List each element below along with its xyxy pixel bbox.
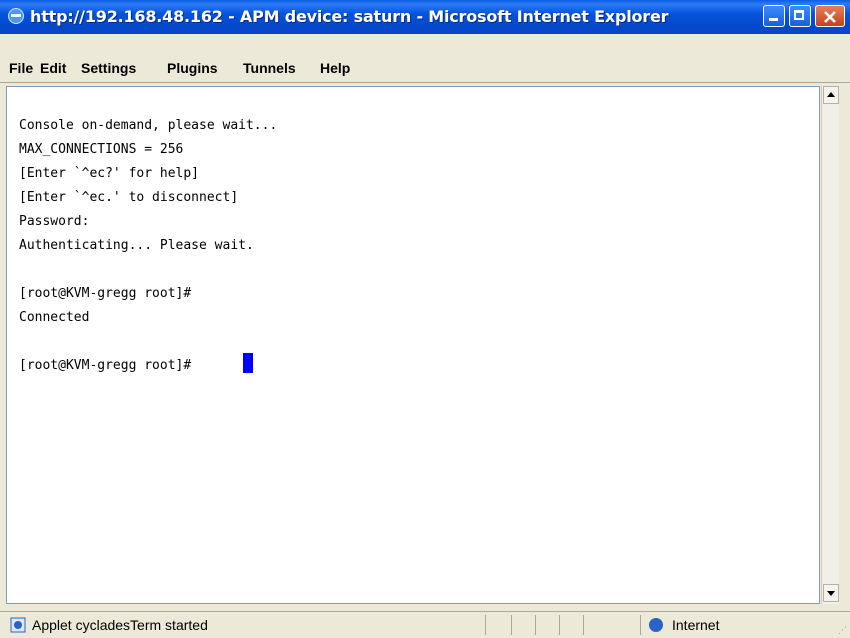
status-divider (640, 615, 641, 635)
menu-help[interactable]: Help (320, 60, 350, 76)
status-divider (485, 615, 486, 635)
maximize-button[interactable] (789, 5, 811, 27)
close-button[interactable] (815, 5, 845, 27)
terminal-cursor (243, 353, 253, 373)
console-line: Authenticating... Please wait. (19, 238, 254, 253)
status-divider (511, 615, 512, 635)
console-line: MAX_CONNECTIONS = 256 (19, 142, 184, 157)
menu-divider (0, 82, 850, 83)
menu-settings[interactable]: Settings (81, 60, 136, 76)
scroll-up-button[interactable] (823, 86, 839, 104)
console-line: Console on-demand, please wait... (19, 118, 278, 133)
menu-file[interactable]: File (9, 60, 33, 76)
console-line: Connected (19, 310, 90, 325)
console-line: Password: (19, 214, 90, 229)
page-icon (10, 617, 26, 633)
arrow-up-icon (827, 92, 835, 97)
minimize-icon (769, 18, 778, 21)
status-message: Applet cycladesTerm started (32, 617, 208, 633)
status-divider (583, 615, 584, 635)
status-divider (535, 615, 536, 635)
menu-plugins[interactable]: Plugins (167, 60, 218, 76)
menu-bar: File Edit Settings Plugins Tunnels Help (0, 56, 850, 80)
console-prompt: [root@KVM-gregg root]# (19, 358, 192, 373)
console-line: [root@KVM-gregg root]# (19, 286, 192, 301)
console-line: [Enter `^ec.' to disconnect] (19, 190, 239, 205)
maximize-icon (794, 10, 804, 20)
menu-edit[interactable]: Edit (40, 60, 66, 76)
close-icon (824, 11, 836, 23)
ie-page-icon (8, 8, 24, 24)
terminal-console[interactable]: Console on-demand, please wait... MAX_CO… (6, 86, 820, 604)
menu-tunnels[interactable]: Tunnels (243, 60, 296, 76)
zone-label: Internet (672, 617, 720, 633)
title-bar[interactable]: http://192.168.48.162 - APM device: satu… (0, 0, 850, 34)
browser-window: http://192.168.48.162 - APM device: satu… (0, 0, 850, 638)
status-bar: Applet cycladesTerm started Internet ⋰ (0, 611, 850, 638)
minimize-button[interactable] (763, 5, 785, 27)
vertical-scrollbar[interactable] (821, 86, 839, 604)
resize-grip-icon[interactable]: ⋰ (838, 626, 848, 636)
window-title: http://192.168.48.162 - APM device: satu… (30, 7, 669, 26)
status-divider (559, 615, 560, 635)
console-line: [Enter `^ec?' for help] (19, 166, 200, 181)
internet-zone-icon (649, 618, 663, 632)
scroll-down-button[interactable] (823, 584, 839, 602)
arrow-down-icon (827, 591, 835, 596)
